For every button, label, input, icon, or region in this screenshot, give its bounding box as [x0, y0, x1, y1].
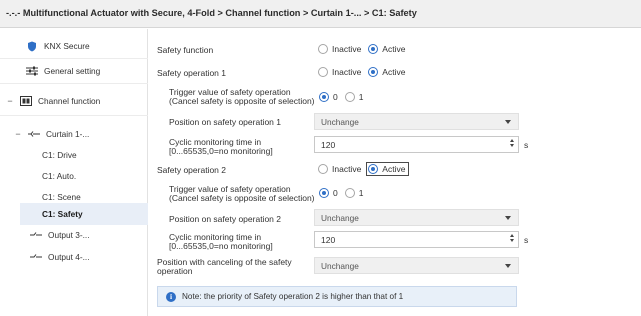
sidebar-item-label: C1: Drive: [42, 150, 77, 160]
trigger1-1-radio[interactable]: 1: [344, 92, 363, 102]
priority-note: i Note: the priority of Safety operation…: [157, 286, 517, 307]
trigger2-radio-group: 0 1: [319, 188, 370, 198]
safety-function-label: Safety function: [157, 45, 214, 55]
trigger1-0-radio[interactable]: 0: [319, 92, 338, 102]
safety-op1-radio-group: Inactive Active: [318, 67, 412, 77]
module-icon: [20, 95, 32, 107]
cyclic1-label-line2: [0...65535,0=no monitoring]: [169, 146, 273, 156]
safety-function-active-radio[interactable]: Active: [368, 44, 405, 54]
title-bar: -.-.- Multifunctional Actuator with Secu…: [0, 0, 641, 28]
output-icon: [30, 229, 42, 241]
sidebar-item-curtain-1[interactable]: − Curtain 1-...: [14, 123, 146, 145]
sidebar-item-c1-auto[interactable]: C1: Auto.: [42, 165, 146, 187]
breadcrumb-title: -.-.- Multifunctional Actuator with Secu…: [6, 8, 417, 18]
sidebar-divider: [0, 83, 148, 84]
position2-dropdown[interactable]: Unchange: [314, 209, 519, 226]
output-icon: [30, 251, 42, 263]
trigger2-label-line2: (Cancel safety is opposite of selection): [169, 193, 315, 203]
chevron-down-icon: [505, 120, 511, 124]
spinner-arrows-icon[interactable]: [510, 234, 514, 242]
spinner-arrows-icon[interactable]: [510, 139, 514, 147]
info-icon: i: [166, 291, 176, 302]
sidebar-item-label: Output 4-...: [48, 252, 90, 262]
sidebar-divider: [0, 58, 148, 59]
safety-op1-inactive-radio[interactable]: Inactive: [318, 67, 361, 77]
safety-function-inactive-radio[interactable]: Inactive: [318, 44, 361, 54]
sidebar-item-c1-drive[interactable]: C1: Drive: [42, 144, 146, 166]
sidebar-item-output-3[interactable]: Output 3-...: [30, 224, 146, 246]
safety-op2-active-radio[interactable]: Active: [366, 162, 410, 176]
cyclic2-unit: s: [524, 235, 529, 245]
cyclic2-label-line2: [0...65535,0=no monitoring]: [169, 241, 273, 251]
trigger2-0-radio[interactable]: 0: [319, 188, 338, 198]
trigger2-1-radio[interactable]: 1: [344, 188, 363, 198]
curtain-icon: [28, 128, 40, 140]
sidebar-item-label: C1: Scene: [42, 192, 81, 202]
trigger1-label-line2: (Cancel safety is opposite of selection): [169, 96, 315, 106]
sidebar-item-label: C1: Safety: [42, 209, 83, 219]
sidebar-item-channel-function[interactable]: − Channel function: [6, 90, 146, 112]
collapse-icon[interactable]: −: [14, 129, 22, 139]
position2-label: Position on safety operation 2: [169, 214, 281, 224]
sidebar-divider: [0, 115, 148, 116]
collapse-icon[interactable]: −: [6, 96, 14, 106]
cancel-position-dropdown[interactable]: Unchange: [314, 257, 519, 274]
sidebar-item-label: Curtain 1-...: [46, 129, 90, 139]
sidebar-item-c1-safety[interactable]: C1: Safety: [20, 203, 148, 225]
sliders-icon: [26, 65, 38, 77]
chevron-down-icon: [505, 264, 511, 268]
position1-label: Position on safety operation 1: [169, 117, 281, 127]
sidebar: KNX Secure General setting − Channel fun…: [0, 29, 148, 316]
safety-op2-inactive-radio[interactable]: Inactive: [318, 164, 361, 174]
trigger1-radio-group: 0 1: [319, 92, 370, 102]
safety-op1-active-radio[interactable]: Active: [368, 67, 405, 77]
cyclic1-unit: s: [524, 140, 529, 150]
sidebar-item-label: Channel function: [38, 96, 101, 106]
cyclic1-spinbox[interactable]: 120: [314, 136, 519, 153]
safety-op2-label: Safety operation 2: [157, 165, 226, 175]
sidebar-item-output-4[interactable]: Output 4-...: [30, 246, 146, 268]
safety-function-radio-group: Inactive Active: [318, 44, 412, 54]
sidebar-item-label: C1: Auto.: [42, 171, 77, 181]
cyclic2-spinbox[interactable]: 120: [314, 231, 519, 248]
safety-op2-radio-group: Inactive Active: [318, 162, 414, 176]
cancel-position-label-line2: operation: [157, 266, 193, 276]
parameter-panel: Safety function Inactive Active Safety o…: [149, 29, 641, 316]
chevron-down-icon: [505, 216, 511, 220]
sidebar-item-knx-secure[interactable]: KNX Secure: [26, 35, 146, 57]
sidebar-item-general-setting[interactable]: General setting: [26, 60, 146, 82]
position1-dropdown[interactable]: Unchange: [314, 113, 519, 130]
sidebar-item-label: Output 3-...: [48, 230, 90, 240]
sidebar-item-label: General setting: [44, 66, 101, 76]
safety-op1-label: Safety operation 1: [157, 68, 226, 78]
sidebar-item-label: KNX Secure: [44, 41, 90, 51]
shield-icon: [26, 40, 38, 52]
